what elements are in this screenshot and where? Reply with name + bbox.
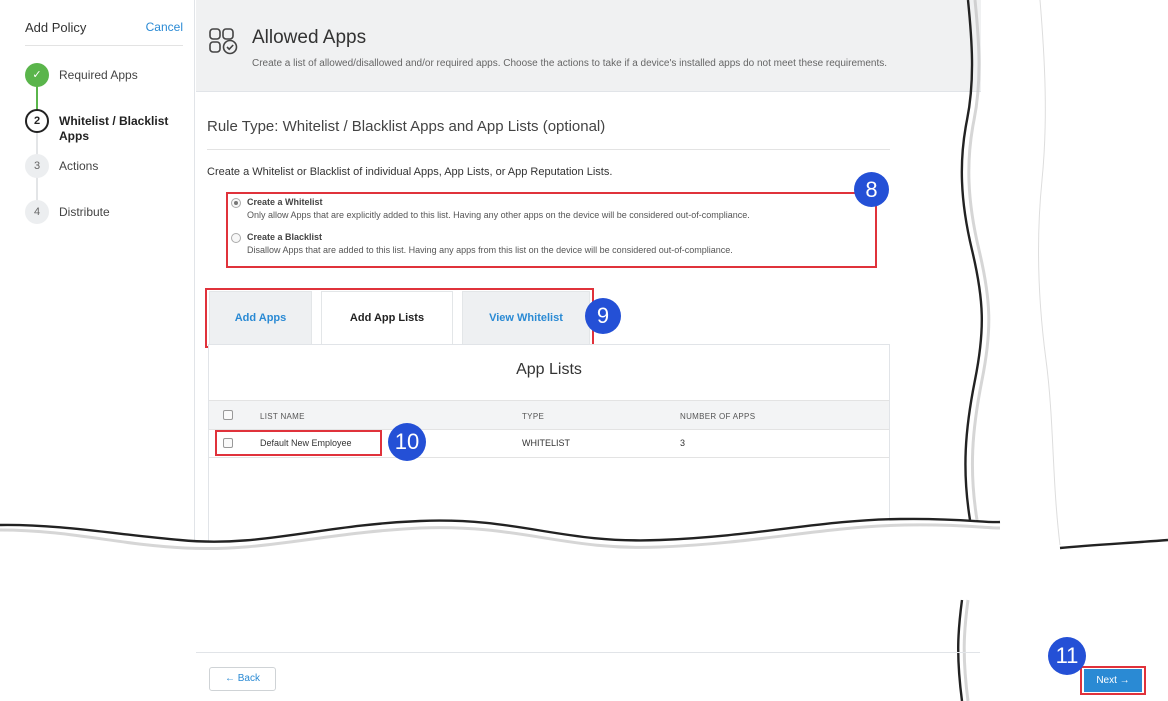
callout-badge: 10	[388, 423, 426, 461]
sidebar-header: Add Policy Cancel	[25, 20, 183, 46]
step-number: 4	[25, 200, 49, 224]
panel-title: App Lists	[516, 361, 582, 378]
highlight-box	[226, 192, 877, 268]
callout-badge: 11	[1048, 637, 1086, 675]
count-cell: 3	[680, 438, 686, 448]
callout-badge: 8	[854, 172, 889, 207]
step-label: Distribute	[59, 205, 110, 219]
step-label: Actions	[59, 159, 99, 173]
intro-text: Create a Whitelist or Blacklist of indiv…	[207, 166, 613, 178]
wizard-sidebar: Add Policy Cancel ✓ Required Apps 2 Whit…	[0, 0, 195, 701]
highlight-box	[1080, 666, 1146, 695]
footer-divider	[196, 652, 980, 653]
page-title: Allowed Apps	[252, 27, 367, 48]
page-header: Allowed Apps Create a list of allowed/di…	[196, 0, 981, 92]
step-number: 3	[25, 154, 49, 178]
back-button[interactable]: ← Back	[209, 667, 276, 691]
type-cell: WHITELIST	[522, 438, 571, 448]
sidebar-title: Add Policy	[25, 20, 87, 35]
step-connector	[36, 86, 38, 110]
cancel-link[interactable]: Cancel	[146, 20, 183, 34]
table-header: LIST NAME TYPE NUMBER OF APPS	[209, 400, 889, 430]
select-all-checkbox[interactable]	[223, 410, 233, 420]
column-header[interactable]: TYPE	[522, 412, 544, 421]
rule-type-heading: Rule Type: Whitelist / Blacklist Apps an…	[207, 118, 606, 135]
page-description: Create a list of allowed/disallowed and/…	[252, 58, 888, 69]
step-number: 2	[25, 109, 49, 133]
callout-badge: 9	[585, 298, 621, 334]
step-connector	[36, 177, 38, 201]
step-label: Required Apps	[59, 68, 138, 82]
highlight-box	[205, 288, 594, 348]
apps-check-icon	[209, 28, 238, 55]
check-icon: ✓	[25, 63, 49, 87]
step-label: Whitelist / Blacklist Apps	[59, 114, 169, 143]
column-header[interactable]: LIST NAME	[260, 412, 305, 421]
divider	[207, 149, 890, 150]
column-header[interactable]: NUMBER OF APPS	[680, 412, 755, 421]
step-connector	[36, 133, 38, 155]
highlight-box	[215, 430, 382, 456]
